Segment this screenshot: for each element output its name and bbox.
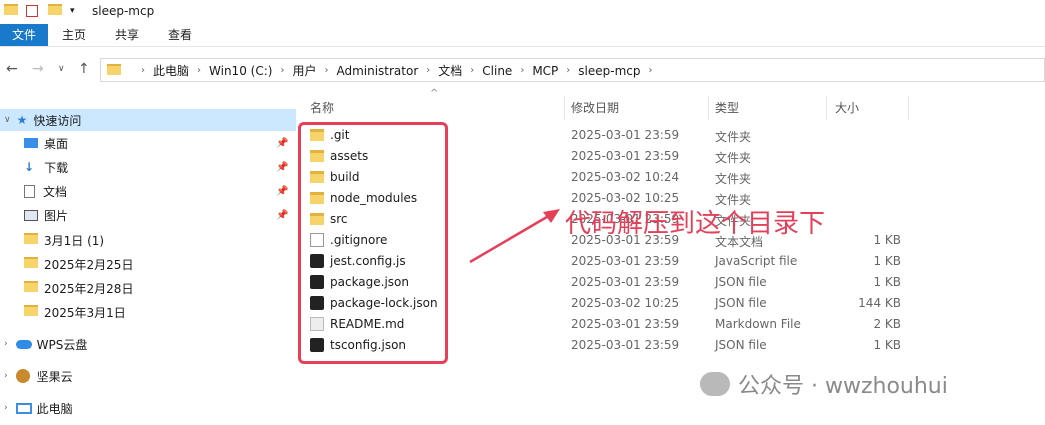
annotation-text: 代码解压到这个目录下 xyxy=(565,209,826,239)
watermark: 公众号 · wwzhouhui xyxy=(700,368,948,400)
annotation-arrow xyxy=(469,209,560,264)
wechat-icon xyxy=(700,372,730,396)
